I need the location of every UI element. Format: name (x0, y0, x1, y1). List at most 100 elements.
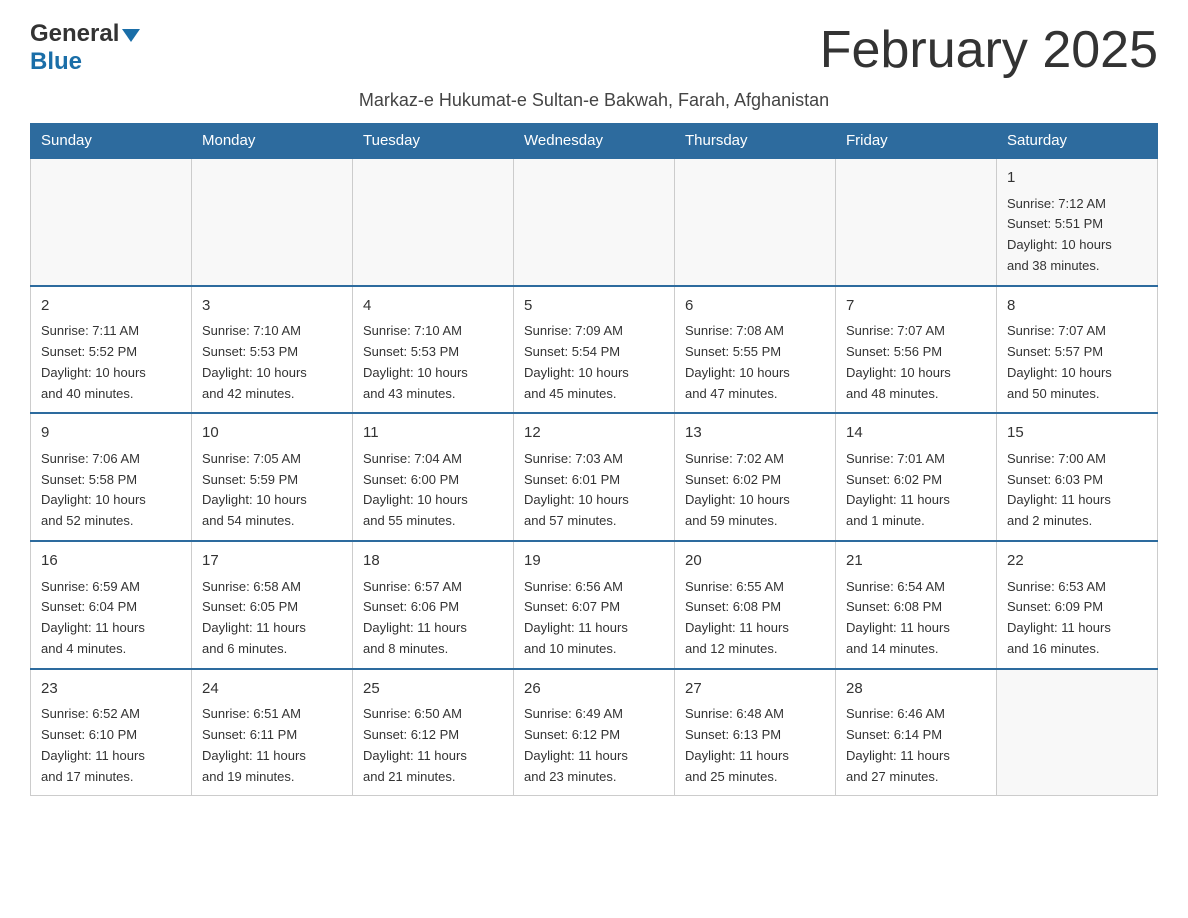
logo-blue-text: Blue (30, 48, 82, 75)
day-number: 17 (202, 550, 342, 573)
calendar-cell: 24 Sunrise: 6:51 AM Sunset: 6:11 PM Dayli… (192, 669, 353, 796)
day-number: 13 (685, 422, 825, 445)
calendar-header-tuesday: Tuesday (353, 124, 514, 159)
day-info: Sunrise: 6:53 AM Sunset: 6:09 PM Dayligh… (1007, 577, 1147, 660)
calendar-cell: 15 Sunrise: 7:00 AM Sunset: 6:03 PM Dayli… (997, 413, 1158, 541)
day-number: 2 (41, 295, 181, 318)
month-title: February 2025 (820, 20, 1158, 80)
calendar-cell: 19 Sunrise: 6:56 AM Sunset: 6:07 PM Dayli… (514, 541, 675, 669)
day-info: Sunrise: 6:58 AM Sunset: 6:05 PM Dayligh… (202, 577, 342, 660)
calendar-week-4: 16 Sunrise: 6:59 AM Sunset: 6:04 PM Dayli… (31, 541, 1158, 669)
calendar-cell: 3 Sunrise: 7:10 AM Sunset: 5:53 PM Daylig… (192, 286, 353, 414)
calendar-cell: 17 Sunrise: 6:58 AM Sunset: 6:05 PM Dayli… (192, 541, 353, 669)
calendar-header-saturday: Saturday (997, 124, 1158, 159)
page-header: General Blue February 2025 (30, 20, 1158, 80)
day-info: Sunrise: 6:56 AM Sunset: 6:07 PM Dayligh… (524, 577, 664, 660)
day-info: Sunrise: 7:12 AM Sunset: 5:51 PM Dayligh… (1007, 194, 1147, 277)
day-info: Sunrise: 7:04 AM Sunset: 6:00 PM Dayligh… (363, 449, 503, 532)
day-info: Sunrise: 7:01 AM Sunset: 6:02 PM Dayligh… (846, 449, 986, 532)
calendar-cell: 18 Sunrise: 6:57 AM Sunset: 6:06 PM Dayli… (353, 541, 514, 669)
day-number: 28 (846, 678, 986, 701)
calendar-header-friday: Friday (836, 124, 997, 159)
day-info: Sunrise: 7:02 AM Sunset: 6:02 PM Dayligh… (685, 449, 825, 532)
day-number: 18 (363, 550, 503, 573)
calendar-cell: 7 Sunrise: 7:07 AM Sunset: 5:56 PM Daylig… (836, 286, 997, 414)
day-number: 1 (1007, 167, 1147, 190)
day-info: Sunrise: 7:08 AM Sunset: 5:55 PM Dayligh… (685, 321, 825, 404)
calendar-cell (836, 158, 997, 286)
calendar-cell (997, 669, 1158, 796)
calendar-cell: 1 Sunrise: 7:12 AM Sunset: 5:51 PM Daylig… (997, 158, 1158, 286)
day-info: Sunrise: 7:07 AM Sunset: 5:56 PM Dayligh… (846, 321, 986, 404)
day-info: Sunrise: 7:10 AM Sunset: 5:53 PM Dayligh… (202, 321, 342, 404)
calendar-cell: 21 Sunrise: 6:54 AM Sunset: 6:08 PM Dayli… (836, 541, 997, 669)
calendar-cell: 26 Sunrise: 6:49 AM Sunset: 6:12 PM Dayli… (514, 669, 675, 796)
day-number: 24 (202, 678, 342, 701)
logo: General Blue (30, 20, 140, 76)
calendar-cell (675, 158, 836, 286)
day-info: Sunrise: 6:46 AM Sunset: 6:14 PM Dayligh… (846, 704, 986, 787)
calendar-cell (31, 158, 192, 286)
calendar-week-5: 23 Sunrise: 6:52 AM Sunset: 6:10 PM Dayli… (31, 669, 1158, 796)
day-number: 7 (846, 295, 986, 318)
day-number: 23 (41, 678, 181, 701)
calendar-week-1: 1 Sunrise: 7:12 AM Sunset: 5:51 PM Daylig… (31, 158, 1158, 286)
day-info: Sunrise: 7:00 AM Sunset: 6:03 PM Dayligh… (1007, 449, 1147, 532)
day-info: Sunrise: 7:07 AM Sunset: 5:57 PM Dayligh… (1007, 321, 1147, 404)
calendar-cell: 16 Sunrise: 6:59 AM Sunset: 6:04 PM Dayli… (31, 541, 192, 669)
day-number: 26 (524, 678, 664, 701)
day-number: 25 (363, 678, 503, 701)
calendar-header-thursday: Thursday (675, 124, 836, 159)
day-number: 14 (846, 422, 986, 445)
day-info: Sunrise: 7:09 AM Sunset: 5:54 PM Dayligh… (524, 321, 664, 404)
calendar-cell: 27 Sunrise: 6:48 AM Sunset: 6:13 PM Dayli… (675, 669, 836, 796)
calendar-cell: 10 Sunrise: 7:05 AM Sunset: 5:59 PM Dayli… (192, 413, 353, 541)
day-number: 19 (524, 550, 664, 573)
day-number: 3 (202, 295, 342, 318)
calendar-cell: 4 Sunrise: 7:10 AM Sunset: 5:53 PM Daylig… (353, 286, 514, 414)
calendar-cell (514, 158, 675, 286)
day-number: 15 (1007, 422, 1147, 445)
day-number: 8 (1007, 295, 1147, 318)
calendar-week-3: 9 Sunrise: 7:06 AM Sunset: 5:58 PM Daylig… (31, 413, 1158, 541)
day-number: 22 (1007, 550, 1147, 573)
day-info: Sunrise: 6:52 AM Sunset: 6:10 PM Dayligh… (41, 704, 181, 787)
day-number: 9 (41, 422, 181, 445)
calendar-cell (192, 158, 353, 286)
day-info: Sunrise: 6:54 AM Sunset: 6:08 PM Dayligh… (846, 577, 986, 660)
day-number: 16 (41, 550, 181, 573)
calendar-cell: 2 Sunrise: 7:11 AM Sunset: 5:52 PM Daylig… (31, 286, 192, 414)
day-info: Sunrise: 7:03 AM Sunset: 6:01 PM Dayligh… (524, 449, 664, 532)
day-number: 5 (524, 295, 664, 318)
calendar-cell: 13 Sunrise: 7:02 AM Sunset: 6:02 PM Dayli… (675, 413, 836, 541)
day-info: Sunrise: 7:11 AM Sunset: 5:52 PM Dayligh… (41, 321, 181, 404)
calendar-cell: 23 Sunrise: 6:52 AM Sunset: 6:10 PM Dayli… (31, 669, 192, 796)
calendar-cell: 28 Sunrise: 6:46 AM Sunset: 6:14 PM Dayli… (836, 669, 997, 796)
day-info: Sunrise: 6:49 AM Sunset: 6:12 PM Dayligh… (524, 704, 664, 787)
day-number: 21 (846, 550, 986, 573)
calendar-cell: 11 Sunrise: 7:04 AM Sunset: 6:00 PM Dayli… (353, 413, 514, 541)
day-number: 10 (202, 422, 342, 445)
calendar-cell: 22 Sunrise: 6:53 AM Sunset: 6:09 PM Dayli… (997, 541, 1158, 669)
day-number: 11 (363, 422, 503, 445)
day-number: 20 (685, 550, 825, 573)
calendar-cell: 14 Sunrise: 7:01 AM Sunset: 6:02 PM Dayli… (836, 413, 997, 541)
day-info: Sunrise: 7:05 AM Sunset: 5:59 PM Dayligh… (202, 449, 342, 532)
day-info: Sunrise: 6:57 AM Sunset: 6:06 PM Dayligh… (363, 577, 503, 660)
location-subtitle: Markaz-e Hukumat-e Sultan-e Bakwah, Fara… (30, 90, 1158, 111)
day-info: Sunrise: 6:48 AM Sunset: 6:13 PM Dayligh… (685, 704, 825, 787)
logo-triangle-icon (122, 29, 140, 42)
calendar-cell: 6Sunrise: 7:08 AM Sunset: 5:55 PM Daylig… (675, 286, 836, 414)
day-info: Sunrise: 7:06 AM Sunset: 5:58 PM Dayligh… (41, 449, 181, 532)
calendar-header-wednesday: Wednesday (514, 124, 675, 159)
calendar-cell: 9 Sunrise: 7:06 AM Sunset: 5:58 PM Daylig… (31, 413, 192, 541)
day-info: Sunrise: 6:59 AM Sunset: 6:04 PM Dayligh… (41, 577, 181, 660)
calendar-header-sunday: Sunday (31, 124, 192, 159)
calendar-cell (353, 158, 514, 286)
day-number: 4 (363, 295, 503, 318)
day-info: Sunrise: 7:10 AM Sunset: 5:53 PM Dayligh… (363, 321, 503, 404)
calendar-cell: 5 Sunrise: 7:09 AM Sunset: 5:54 PM Daylig… (514, 286, 675, 414)
calendar-cell: 25Sunrise: 6:50 AM Sunset: 6:12 PM Dayli… (353, 669, 514, 796)
day-number: 27 (685, 678, 825, 701)
day-info: Sunrise: 6:51 AM Sunset: 6:11 PM Dayligh… (202, 704, 342, 787)
